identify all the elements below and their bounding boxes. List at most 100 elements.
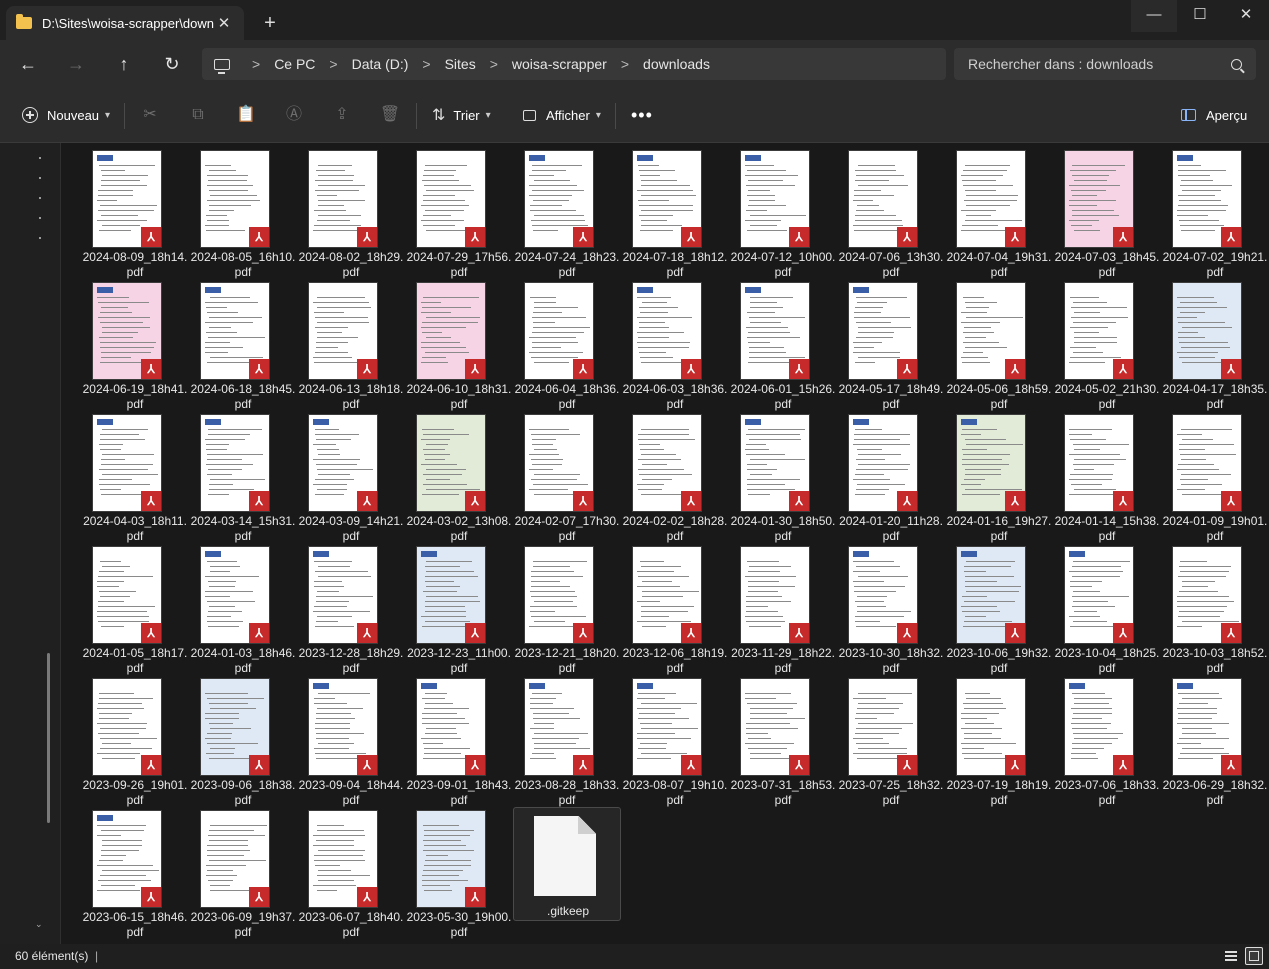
breadcrumb-separator-icon[interactable]: > — [615, 56, 635, 72]
pdf-file-item[interactable]: ⅄ 2023-07-25_18h32.pdf — [837, 677, 945, 809]
pdf-file-item[interactable]: ⅄ 2023-09-01_18h43.pdf — [405, 677, 513, 809]
pdf-file-item[interactable]: ⅄ 2023-10-30_18h32.pdf — [837, 545, 945, 677]
pdf-file-item[interactable]: ⅄ 2024-07-24_18h23.pdf — [513, 149, 621, 281]
file-item-gitkeep[interactable]: .gitkeep — [513, 807, 621, 921]
pdf-file-item[interactable]: ⅄ 2023-11-29_18h22.pdf — [729, 545, 837, 677]
pdf-file-item[interactable]: ⅄ 2024-03-09_14h21.pdf — [297, 413, 405, 545]
pdf-file-item[interactable]: ⅄ 2024-05-17_18h49.pdf — [837, 281, 945, 413]
pdf-file-item[interactable]: ⅄ 2023-09-06_18h38.pdf — [189, 677, 297, 809]
paste-icon[interactable]: 📋 — [234, 104, 258, 126]
pdf-file-item[interactable]: ⅄ 2024-05-02_21h30.pdf — [1053, 281, 1161, 413]
pdf-file-item[interactable]: ⅄ 2024-06-19_18h41.pdf — [81, 281, 189, 413]
pdf-file-item[interactable]: ⅄ 2023-06-09_19h37.pdf — [189, 809, 297, 941]
up-button[interactable]: ↑ — [111, 52, 137, 76]
pdf-file-item[interactable]: ⅄ 2024-07-03_18h45.pdf — [1053, 149, 1161, 281]
pdf-file-item[interactable]: ⅄ 2023-12-06_18h19.pdf — [621, 545, 729, 677]
forward-button[interactable]: → — [63, 52, 89, 76]
close-window-button[interactable]: ✕ — [1223, 0, 1269, 32]
sort-button[interactable]: ⇅ Trier ▾ — [432, 102, 491, 128]
tab-downloads[interactable]: D:\Sites\woisa-scrapper\down ✕ — [6, 6, 244, 40]
pdf-file-item[interactable]: ⅄ 2024-07-02_19h21.pdf — [1161, 149, 1269, 281]
pdf-file-item[interactable]: ⅄ 2023-09-04_18h44.pdf — [297, 677, 405, 809]
breadcrumb-item[interactable]: Sites — [437, 56, 484, 72]
details-view-button[interactable] — [1222, 947, 1240, 965]
breadcrumb-item[interactable]: woisa-scrapper — [504, 56, 615, 72]
breadcrumb-separator-icon[interactable]: > — [323, 56, 343, 72]
share-icon[interactable]: ⇪ — [330, 104, 354, 126]
pdf-file-item[interactable]: ⅄ 2024-07-29_17h56.pdf — [405, 149, 513, 281]
pdf-file-item[interactable]: ⅄ 2024-08-02_18h29.pdf — [297, 149, 405, 281]
navigation-pane[interactable]: ⌄ — [0, 143, 61, 944]
pdf-file-item[interactable]: ⅄ 2024-05-06_18h59.pdf — [945, 281, 1053, 413]
scroll-down-icon[interactable]: ⌄ — [35, 919, 43, 930]
pdf-file-item[interactable]: ⅄ 2023-10-06_19h32.pdf — [945, 545, 1053, 677]
pdf-file-item[interactable]: ⅄ 2023-05-30_19h00.pdf — [405, 809, 513, 941]
view-button[interactable]: Afficher ▾ — [523, 102, 601, 128]
rename-icon[interactable]: Ⓐ — [282, 104, 306, 126]
pdf-file-item[interactable]: ⅄ 2023-07-31_18h53.pdf — [729, 677, 837, 809]
pdf-file-item[interactable]: ⅄ 2023-12-28_18h29.pdf — [297, 545, 405, 677]
pdf-file-item[interactable]: ⅄ 2023-12-23_11h00.pdf — [405, 545, 513, 677]
pdf-file-item[interactable]: ⅄ 2024-08-09_18h14.pdf — [81, 149, 189, 281]
pdf-file-item[interactable]: ⅄ 2024-01-05_18h17.pdf — [81, 545, 189, 677]
maximize-button[interactable]: ☐ — [1177, 0, 1223, 32]
pdf-file-item[interactable]: ⅄ 2023-08-28_18h33.pdf — [513, 677, 621, 809]
search-icon[interactable] — [1231, 58, 1242, 70]
pdf-file-item[interactable]: ⅄ 2023-08-07_19h10.pdf — [621, 677, 729, 809]
pdf-file-item[interactable]: ⅄ 2023-06-07_18h40.pdf — [297, 809, 405, 941]
breadcrumb-separator-icon[interactable]: > — [416, 56, 436, 72]
delete-icon[interactable]: 🗑 — [378, 104, 402, 126]
new-button[interactable]: Nouveau ▾ — [22, 102, 110, 128]
pdf-file-item[interactable]: ⅄ 2023-06-29_18h32.pdf — [1161, 677, 1269, 809]
refresh-button[interactable]: ↻ — [159, 52, 185, 76]
pdf-file-item[interactable]: ⅄ 2024-02-02_18h28.pdf — [621, 413, 729, 545]
breadcrumb-separator-icon[interactable]: > — [484, 56, 504, 72]
pdf-file-item[interactable]: ⅄ 2024-01-14_15h38.pdf — [1053, 413, 1161, 545]
search-input[interactable]: Rechercher dans : downloads — [954, 48, 1256, 80]
breadcrumb[interactable]: > Ce PC > Data (D:) > Sites > woisa-scrapper > do… — [202, 48, 946, 80]
pdf-file-item[interactable]: ⅄ 2024-07-06_13h30.pdf — [837, 149, 945, 281]
navigation-scrollbar[interactable] — [47, 653, 50, 823]
breadcrumb-separator-icon[interactable]: > — [246, 56, 266, 72]
pdf-file-item[interactable]: ⅄ 2023-09-26_19h01.pdf — [81, 677, 189, 809]
pdf-file-item[interactable]: ⅄ 2023-10-03_18h52.pdf — [1161, 545, 1269, 677]
pdf-file-item[interactable]: ⅄ 2024-07-18_18h12.pdf — [621, 149, 729, 281]
back-button[interactable]: ← — [15, 52, 41, 76]
pdf-file-item[interactable]: ⅄ 2024-07-04_19h31.pdf — [945, 149, 1053, 281]
computer-icon[interactable] — [214, 58, 230, 74]
more-options-button[interactable]: ••• — [631, 102, 653, 128]
pdf-file-item[interactable]: ⅄ 2024-03-02_13h08.pdf — [405, 413, 513, 545]
pdf-file-item[interactable]: ⅄ 2024-03-14_15h31.pdf — [189, 413, 297, 545]
pdf-file-item[interactable]: ⅄ 2023-10-04_18h25.pdf — [1053, 545, 1161, 677]
cut-icon[interactable]: ✂ — [138, 104, 162, 126]
close-tab-icon[interactable]: ✕ — [214, 14, 234, 32]
pdf-file-item[interactable]: ⅄ 2024-06-03_18h36.pdf — [621, 281, 729, 413]
pdf-file-item[interactable]: ⅄ 2024-04-17_18h35.pdf — [1161, 281, 1269, 413]
breadcrumb-item[interactable]: downloads — [635, 56, 718, 72]
pdf-file-item[interactable]: ⅄ 2023-07-19_18h19.pdf — [945, 677, 1053, 809]
pdf-file-item[interactable]: ⅄ 2023-06-15_18h46.pdf — [81, 809, 189, 941]
pdf-file-item[interactable]: ⅄ 2024-01-16_19h27.pdf — [945, 413, 1053, 545]
pdf-file-item[interactable]: ⅄ 2023-12-21_18h20.pdf — [513, 545, 621, 677]
breadcrumb-item[interactable]: Ce PC — [266, 56, 323, 72]
pdf-file-item[interactable]: ⅄ 2024-06-01_15h26.pdf — [729, 281, 837, 413]
pdf-file-item[interactable]: ⅄ 2024-01-09_19h01.pdf — [1161, 413, 1269, 545]
pdf-file-item[interactable]: ⅄ 2024-01-20_11h28.pdf — [837, 413, 945, 545]
pdf-file-item[interactable]: ⅄ 2024-04-03_18h11.pdf — [81, 413, 189, 545]
pdf-file-item[interactable]: ⅄ 2024-06-13_18h18.pdf — [297, 281, 405, 413]
breadcrumb-item[interactable]: Data (D:) — [344, 56, 417, 72]
pdf-file-item[interactable]: ⅄ 2023-07-06_18h33.pdf — [1053, 677, 1161, 809]
new-tab-button[interactable]: + — [258, 11, 282, 35]
preview-button[interactable]: Aperçu — [1181, 102, 1247, 128]
pdf-file-item[interactable]: ⅄ 2024-01-03_18h46.pdf — [189, 545, 297, 677]
file-view[interactable]: ⅄ 2024-08-09_18h14.pdf ⅄ 2024-08-05_16h10.p… — [61, 143, 1269, 944]
pdf-file-item[interactable]: ⅄ 2024-01-30_18h50.pdf — [729, 413, 837, 545]
pdf-file-item[interactable]: ⅄ 2024-06-10_18h31.pdf — [405, 281, 513, 413]
pdf-file-item[interactable]: ⅄ 2024-02-07_17h30.pdf — [513, 413, 621, 545]
pdf-file-item[interactable]: ⅄ 2024-06-18_18h45.pdf — [189, 281, 297, 413]
large-icons-view-button[interactable] — [1245, 947, 1263, 965]
pdf-file-item[interactable]: ⅄ 2024-08-05_16h10.pdf — [189, 149, 297, 281]
pdf-file-item[interactable]: ⅄ 2024-07-12_10h00.pdf — [729, 149, 837, 281]
minimize-button[interactable]: — — [1131, 0, 1177, 32]
copy-icon[interactable]: ⧉ — [186, 104, 210, 126]
